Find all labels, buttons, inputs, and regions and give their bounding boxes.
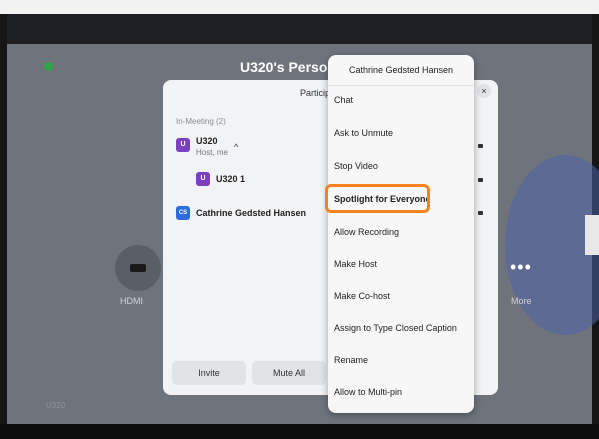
menu-item-allow-recording[interactable]: Allow Recording <box>334 221 469 243</box>
hdmi-tile[interactable] <box>115 245 161 291</box>
more-icon[interactable]: ••• <box>510 257 532 278</box>
video-icon <box>478 144 483 148</box>
invite-button[interactable]: Invite <box>172 361 246 385</box>
chevron-up-icon[interactable]: ^ <box>234 142 238 152</box>
participant-name[interactable]: U320 1 <box>216 174 245 184</box>
participant-name[interactable]: Cathrine Gedsted Hansen <box>196 208 306 218</box>
menu-item-assign-closed-caption[interactable]: Assign to Type Closed Caption <box>334 317 469 339</box>
room-label: U320 <box>46 401 66 410</box>
video-icon <box>478 178 483 182</box>
in-meeting-section-label: In-Meeting (2) <box>176 117 226 126</box>
connection-status-dot <box>44 62 53 71</box>
hdmi-label: HDMI <box>120 296 143 306</box>
participants-panel-title: Particip <box>300 88 331 98</box>
video-icon <box>478 211 483 215</box>
context-menu-header: Cathrine Gedsted Hansen <box>328 55 474 86</box>
mute-all-button[interactable]: Mute All <box>252 361 326 385</box>
menu-item-make-co-host[interactable]: Make Co-host <box>334 285 469 307</box>
menu-item-allow-multi-pin[interactable]: Allow to Multi-pin <box>334 381 469 403</box>
screen-edge-highlight <box>585 215 599 255</box>
participant-avatar: CS <box>176 206 190 220</box>
more-label: More <box>511 296 532 306</box>
hdmi-icon <box>130 264 146 272</box>
close-icon[interactable]: × <box>477 84 491 98</box>
menu-item-ask-to-unmute[interactable]: Ask to Unmute <box>334 122 469 144</box>
participant-avatar: U <box>196 172 210 186</box>
participant-context-menu: Cathrine Gedsted Hansen Chat Ask to Unmu… <box>328 55 474 413</box>
spotlight-highlight-box <box>325 184 430 213</box>
monitor-bezel-top <box>0 0 599 14</box>
monitor-bezel-bottom <box>0 424 599 439</box>
participant-role: Host, me <box>196 148 229 157</box>
menu-item-make-host[interactable]: Make Host <box>334 253 469 275</box>
participant-avatar: U <box>176 138 190 152</box>
menu-item-stop-video[interactable]: Stop Video <box>334 155 469 177</box>
participant-name[interactable]: U320 <box>196 136 218 146</box>
menu-item-rename[interactable]: Rename <box>334 349 469 371</box>
menu-item-chat[interactable]: Chat <box>334 89 469 111</box>
